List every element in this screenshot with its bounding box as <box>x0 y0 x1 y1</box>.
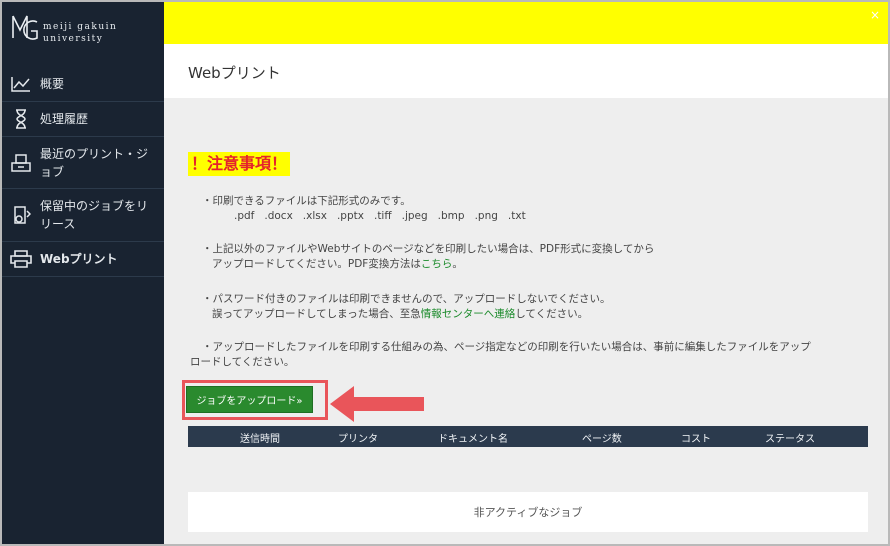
title-bar: Webプリント <box>164 44 888 98</box>
file-formats: .pdf .docx .xlsx .pptx .tiff .jpeg .bmp … <box>234 210 526 222</box>
col-cost[interactable]: コスト <box>681 430 711 445</box>
notice-heading: ！注意事項！ <box>188 152 291 176</box>
sidebar: meiji gakuin university 概要 処理履歴 最近のプリント・… <box>2 2 164 544</box>
logo-line2: university <box>43 34 104 44</box>
notice-item-formats: ・印刷できるファイルは下記形式のみです。 .pdf .docx .xlsx .p… <box>202 195 526 222</box>
sidebar-item-label: Webプリント <box>40 252 118 266</box>
chart-line-icon <box>10 73 32 95</box>
sidebar-item-label: 処理履歴 <box>40 112 89 126</box>
sidebar-item-recent-jobs[interactable]: 最近のプリント・ジョブ <box>2 137 164 189</box>
arrow-left-icon <box>330 386 424 422</box>
col-printer[interactable]: プリンタ <box>338 430 378 445</box>
col-submit-time[interactable]: 送信時間 <box>240 430 280 445</box>
jobs-table-header: 送信時間 プリンタ ドキュメント名 ページ数 コスト ステータス <box>188 426 868 447</box>
top-bar: × <box>164 2 888 44</box>
sidebar-item-overview[interactable]: 概要 <box>2 66 164 102</box>
col-status[interactable]: ステータス <box>765 430 815 445</box>
upload-job-button[interactable]: ジョブをアップロード» <box>186 386 313 413</box>
sidebar-item-label: 保留中のジョブをリリース <box>40 199 149 231</box>
sidebar-nav: 概要 処理履歴 最近のプリント・ジョブ 保留中のジョブをリリース Webプリント <box>2 66 164 277</box>
sidebar-item-label: 最近のプリント・ジョブ <box>40 146 149 179</box>
logo-line1: meiji gakuin <box>43 22 118 32</box>
hold-job-icon <box>10 204 32 226</box>
sidebar-item-release-held[interactable]: 保留中のジョブをリリース <box>2 189 164 242</box>
app-window: meiji gakuin university 概要 処理履歴 最近のプリント・… <box>0 0 890 546</box>
logo-mark-icon <box>12 15 38 40</box>
notice-item-pdf: ・上記以外のファイルやWebサイトのページなどを印刷したい場合は、PDF形式に変… <box>202 243 655 270</box>
sidebar-item-web-print[interactable]: Webプリント <box>2 242 164 277</box>
close-icon[interactable]: × <box>870 8 880 22</box>
university-logo: meiji gakuin university <box>10 12 160 52</box>
pdf-howto-link[interactable]: こちら <box>421 258 453 270</box>
sidebar-item-label: 概要 <box>40 76 65 91</box>
hourglass-icon <box>10 108 32 130</box>
page-title: Webプリント <box>188 64 281 82</box>
inactive-jobs-label: 非アクティブなジョブ <box>473 506 583 519</box>
col-pages[interactable]: ページ数 <box>582 430 622 445</box>
col-document-name[interactable]: ドキュメント名 <box>438 430 508 445</box>
inactive-jobs-panel: 非アクティブなジョブ <box>188 492 868 532</box>
sidebar-item-history[interactable]: 処理履歴 <box>2 102 164 137</box>
notice-item-password: ・パスワード付きのファイルは印刷できませんので、アップロードしないでください。 … <box>202 293 611 320</box>
printer-tray-icon <box>10 152 32 174</box>
web-print-icon <box>10 248 32 270</box>
notice-item-page-range: ・アップロードしたファイルを印刷する仕組みの為、ページ指定などの印刷を行いたい場… <box>190 341 811 368</box>
info-center-link[interactable]: 情報センターへ連絡 <box>421 308 516 320</box>
